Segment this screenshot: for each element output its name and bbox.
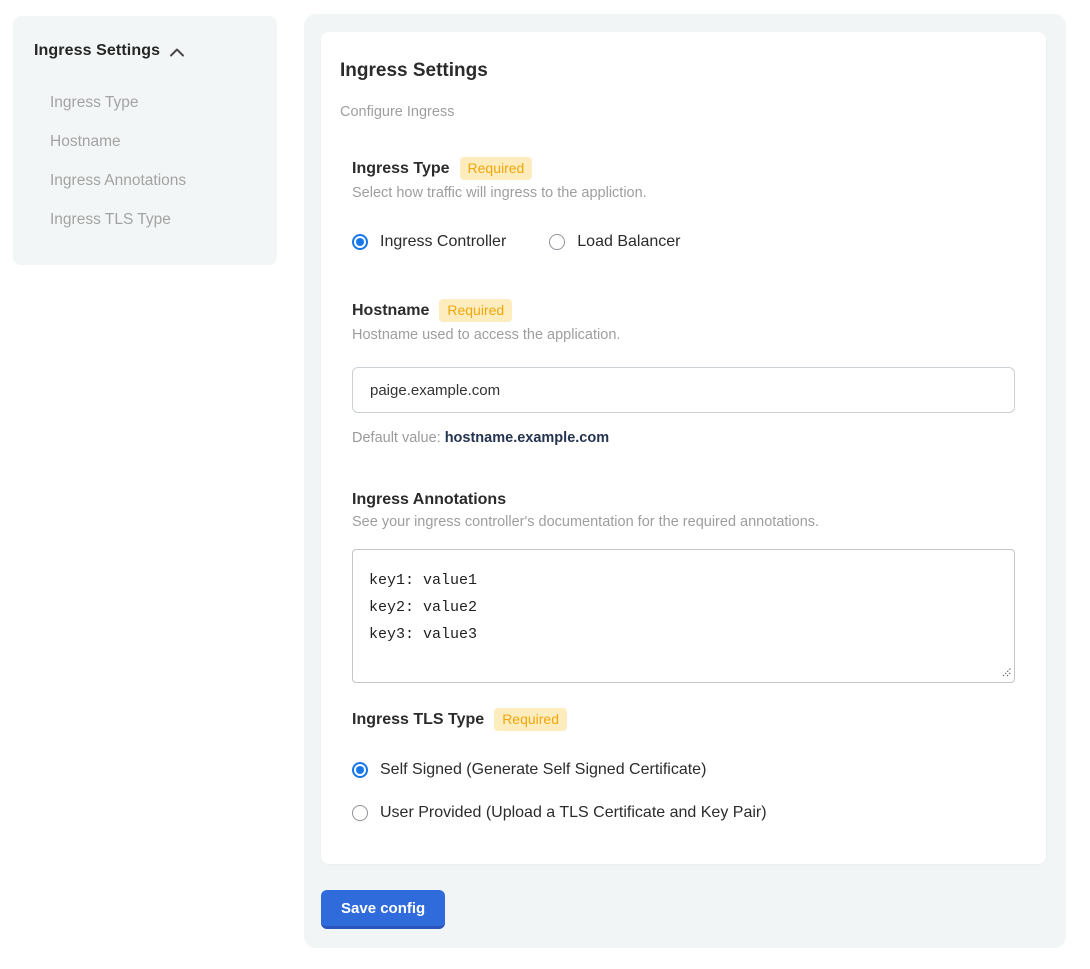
section-ingress-tls-type: Ingress TLS Type Required Self Signed (G…: [352, 708, 1015, 822]
radio-selected-icon[interactable]: [352, 762, 368, 778]
sidebar-group-title: Ingress Settings: [34, 42, 160, 60]
sidebar-item-ingress-type[interactable]: Ingress Type: [50, 84, 257, 123]
sidebar-item-hostname[interactable]: Hostname: [50, 123, 257, 162]
ingress-type-radio-group: Ingress Controller Load Balancer: [352, 201, 1015, 251]
main-panel: Ingress Settings Configure Ingress Ingre…: [304, 14, 1066, 948]
ingress-annotations-label: Ingress Annotations: [352, 491, 506, 509]
chevron-up-icon: [169, 47, 185, 58]
hostname-default-value: Default value: hostname.example.com: [352, 430, 1015, 446]
section-hostname: Hostname Required Hostname used to acces…: [352, 299, 1015, 446]
sidebar-item-ingress-tls-type[interactable]: Ingress TLS Type: [50, 201, 257, 240]
section-ingress-annotations: Ingress Annotations See your ingress con…: [352, 491, 1015, 688]
page-subtitle: Configure Ingress: [340, 104, 1015, 120]
settings-sidebar: Ingress Settings Ingress Type Hostname I…: [13, 16, 277, 265]
required-badge: Required: [494, 708, 567, 731]
radio-unselected-icon[interactable]: [549, 234, 565, 250]
required-badge: Required: [460, 157, 533, 180]
sidebar-item-ingress-annotations[interactable]: Ingress Annotations: [50, 162, 257, 201]
radio-option-ingress-controller[interactable]: Ingress Controller: [352, 233, 506, 251]
ingress-annotations-textarea[interactable]: key1: value1 key2: value2 key3: value3: [352, 549, 1015, 683]
save-config-button[interactable]: Save config: [321, 890, 445, 929]
ingress-tls-radio-group: Self Signed (Generate Self Signed Certif…: [352, 761, 1015, 822]
ingress-annotations-description: See your ingress controller's documentat…: [352, 514, 1015, 530]
ingress-settings-card: Ingress Settings Configure Ingress Ingre…: [321, 32, 1046, 864]
resize-handle-icon[interactable]: [1002, 664, 1012, 682]
page-title: Ingress Settings: [340, 60, 1015, 82]
sidebar-group-ingress-settings[interactable]: Ingress Settings: [34, 42, 257, 60]
radio-option-user-provided[interactable]: User Provided (Upload a TLS Certificate …: [352, 804, 1015, 822]
sidebar-items: Ingress Type Hostname Ingress Annotation…: [50, 84, 257, 240]
ingress-tls-type-label: Ingress TLS Type: [352, 711, 484, 729]
radio-unselected-icon[interactable]: [352, 805, 368, 821]
radio-option-self-signed[interactable]: Self Signed (Generate Self Signed Certif…: [352, 761, 1015, 779]
hostname-label: Hostname: [352, 302, 429, 320]
radio-option-load-balancer[interactable]: Load Balancer: [549, 233, 680, 251]
ingress-type-label: Ingress Type: [352, 160, 450, 178]
required-badge: Required: [439, 299, 512, 322]
radio-selected-icon[interactable]: [352, 234, 368, 250]
section-ingress-type: Ingress Type Required Select how traffic…: [352, 157, 1015, 251]
hostname-description: Hostname used to access the application.: [352, 327, 1015, 343]
hostname-input[interactable]: [352, 367, 1015, 413]
ingress-type-description: Select how traffic will ingress to the a…: [352, 185, 1015, 201]
